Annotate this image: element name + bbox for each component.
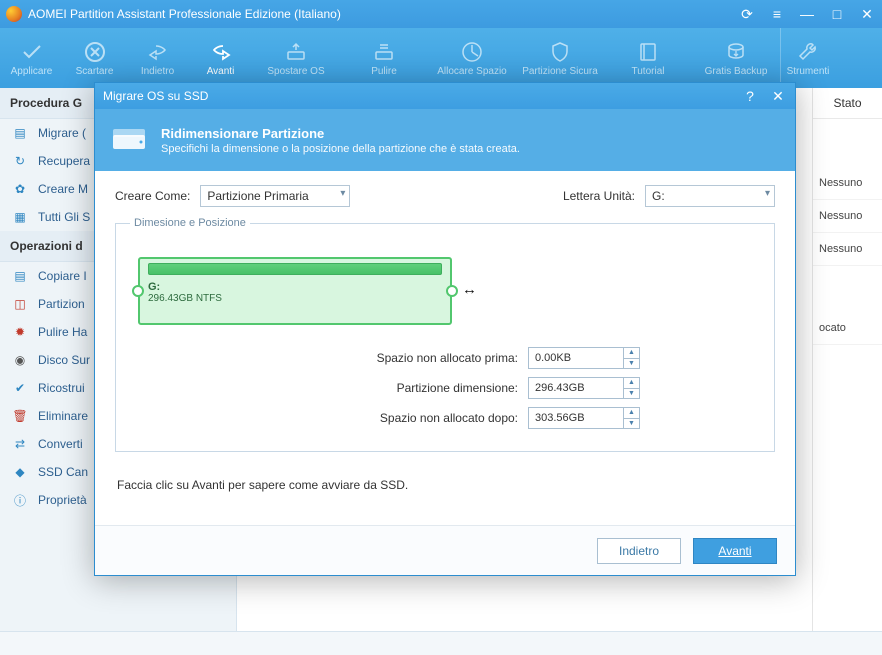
- unalloc-after-label: Spazio non allocato dopo:: [380, 411, 518, 425]
- split-icon: ◫: [12, 296, 28, 312]
- drive-letter-dropdown[interactable]: G:: [645, 185, 775, 207]
- tutorial-button[interactable]: Tutorial: [604, 28, 692, 88]
- hdd-icon: ▤: [12, 125, 28, 141]
- resize-handle-left[interactable]: [132, 285, 144, 297]
- status-row: Nessuno: [813, 167, 882, 200]
- refresh-icon[interactable]: ⟳: [738, 6, 756, 23]
- resize-handle-right[interactable]: [446, 285, 458, 297]
- close-icon[interactable]: ✕: [858, 6, 876, 23]
- hint-text: Faccia clic su Avanti per sapere come av…: [117, 478, 773, 492]
- migrate-os-dialog: Migrare OS su SSD ? ✕ Ridimensionare Par…: [94, 82, 796, 576]
- ssd-icon: ◆: [12, 464, 28, 480]
- size-position-fieldset: Dimesione e Posizione G: 296.43GB NTFS ↔…: [115, 217, 775, 452]
- dialog-titlebar: Migrare OS su SSD ? ✕: [95, 83, 795, 109]
- main-window: AOMEI Partition Assistant Professionale …: [0, 0, 882, 655]
- create-as-label: Creare Come:: [115, 189, 190, 203]
- backup-button[interactable]: Gratis Backup: [692, 28, 780, 88]
- status-row: ocato: [813, 312, 882, 345]
- partition-fill-bar: [148, 263, 442, 275]
- spin-up-icon[interactable]: ▲: [624, 408, 639, 419]
- trash-icon: 🗑: [12, 408, 28, 424]
- dialog-title: Migrare OS su SSD: [103, 89, 741, 103]
- next-button[interactable]: Avanti: [693, 538, 777, 564]
- help-icon[interactable]: ?: [741, 88, 759, 105]
- partition-fs: 296.43GB NTFS: [148, 293, 442, 304]
- dialog-banner: Ridimensionare Partizione Specifichi la …: [95, 109, 795, 171]
- unalloc-before-input[interactable]: 0.00KB▲▼: [528, 347, 640, 369]
- maximize-icon[interactable]: □: [828, 6, 846, 23]
- spin-down-icon[interactable]: ▼: [624, 389, 639, 399]
- drive-icon: [111, 125, 147, 155]
- dialog-footer: Indietro Avanti: [95, 525, 795, 575]
- spin-up-icon[interactable]: ▲: [624, 348, 639, 359]
- gear-small-icon: ✿: [12, 181, 28, 197]
- dialog-body: Creare Come: Partizione Primaria Lettera…: [95, 171, 795, 506]
- resize-cursor-icon: ↔: [462, 281, 477, 298]
- statusbar: [0, 631, 882, 655]
- minimize-icon[interactable]: —: [798, 6, 816, 23]
- grid-icon: ▦: [12, 209, 28, 225]
- discard-button[interactable]: Scartare: [63, 28, 126, 88]
- bomb-icon: ✹: [12, 324, 28, 340]
- unalloc-after-input[interactable]: 303.56GB▲▼: [528, 407, 640, 429]
- copy-icon: ▤: [12, 268, 28, 284]
- banner-subtext: Specifichi la dimensione o la posizione …: [161, 143, 520, 155]
- status-row: Nessuno: [813, 233, 882, 266]
- partition-size-input[interactable]: 296.43GB▲▼: [528, 377, 640, 399]
- refresh-small-icon: ↻: [12, 153, 28, 169]
- disc-icon: ◉: [12, 352, 28, 368]
- wrench-icon: ✔: [12, 380, 28, 396]
- partition-block[interactable]: G: 296.43GB NTFS: [138, 257, 452, 325]
- app-icon: [6, 6, 22, 22]
- titlebar: AOMEI Partition Assistant Professionale …: [0, 0, 882, 28]
- toolbar: Applicare Scartare Indietro Avanti Spost…: [0, 28, 882, 88]
- status-row: Nessuno: [813, 200, 882, 233]
- partition-size-label: Partizione dimensione:: [397, 381, 518, 395]
- create-as-dropdown[interactable]: Partizione Primaria: [200, 185, 350, 207]
- forward-button[interactable]: Avanti: [189, 28, 252, 88]
- back-button[interactable]: Indietro: [597, 538, 681, 564]
- window-buttons: ⟳ ≡ — □ ✕: [738, 6, 876, 23]
- right-header: Stato: [813, 88, 882, 119]
- spin-down-icon[interactable]: ▼: [624, 419, 639, 429]
- info-icon: ⓘ: [12, 492, 28, 508]
- window-title: AOMEI Partition Assistant Professionale …: [28, 7, 738, 21]
- menu-icon[interactable]: ≡: [768, 6, 786, 23]
- dialog-close-icon[interactable]: ✕: [769, 88, 787, 105]
- secure-partition-button[interactable]: Partizione Sicura: [516, 28, 604, 88]
- partition-letter: G:: [148, 281, 442, 293]
- wipe-button[interactable]: Pulire: [340, 28, 428, 88]
- drive-letter-label: Lettera Unità:: [563, 189, 635, 203]
- apply-button[interactable]: Applicare: [0, 28, 63, 88]
- spin-up-icon[interactable]: ▲: [624, 378, 639, 389]
- partition-visual[interactable]: G: 296.43GB NTFS ↔: [130, 253, 760, 329]
- unalloc-before-label: Spazio non allocato prima:: [377, 351, 518, 365]
- banner-heading: Ridimensionare Partizione: [161, 126, 520, 141]
- tools-button[interactable]: Strumenti: [780, 28, 835, 88]
- fieldset-legend: Dimesione e Posizione: [130, 217, 250, 229]
- swap-icon: ⇄: [12, 436, 28, 452]
- migrate-os-button[interactable]: Spostare OS: [252, 28, 340, 88]
- back-button[interactable]: Indietro: [126, 28, 189, 88]
- right-column: Stato Nessuno Nessuno Nessuno ocato: [812, 88, 882, 631]
- allocate-button[interactable]: Allocare Spazio: [428, 28, 516, 88]
- spin-down-icon[interactable]: ▼: [624, 359, 639, 369]
